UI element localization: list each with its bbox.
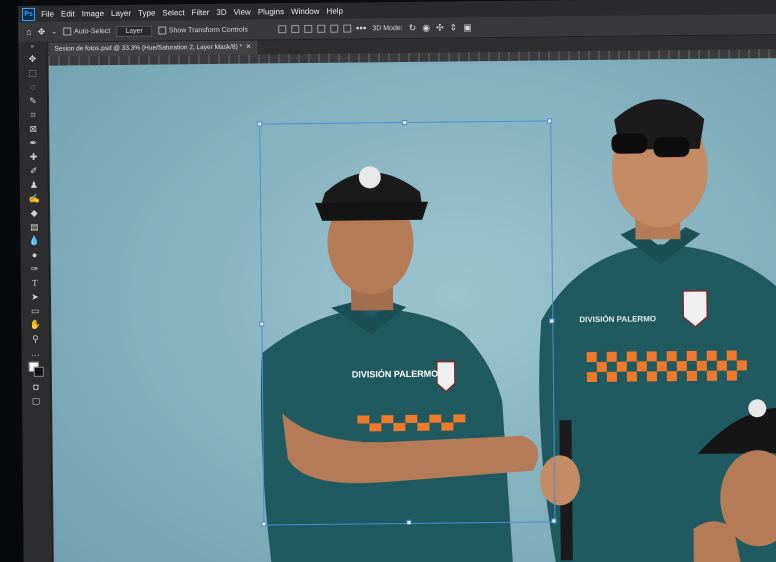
transform-handle-top-right[interactable] [547, 118, 553, 124]
scale-3d-icon[interactable]: ▣ [463, 22, 472, 33]
more-tools-icon[interactable]: … [22, 346, 50, 360]
align-left-icon[interactable] [277, 25, 286, 34]
pan-3d-icon[interactable]: ✣ [436, 22, 444, 33]
transform-handle-bottom-center[interactable] [406, 519, 412, 525]
transform-handle-middle-left[interactable] [259, 321, 265, 327]
lasso-icon[interactable]: ◌ [19, 80, 47, 94]
move-icon[interactable]: ✥ [18, 52, 46, 66]
gradient-icon[interactable]: ▤ [20, 220, 48, 234]
align-middle-icon[interactable] [329, 24, 338, 33]
history-brush-icon[interactable]: ✍ [20, 192, 48, 206]
frame-icon[interactable]: ⊠ [19, 122, 47, 136]
show-transform-checkbox[interactable]: Show Transform Controls [157, 26, 248, 35]
transform-handle-top-center[interactable] [402, 119, 408, 125]
tools-panel: » ✥ ⬚ ◌ ✎ ⌗ ⊠ ✒ ✚ ✐ ♟ ✍ ◆ ▤ 💧 ● ✑ T ➤ ▭ … [18, 41, 54, 562]
transform-handle-middle-right[interactable] [549, 318, 555, 324]
eyedropper-icon[interactable]: ✒ [19, 136, 47, 150]
align-right-icon[interactable] [303, 24, 312, 34]
3d-mode-label: 3D Mode: [372, 24, 403, 32]
screen: Ps File Edit Image Layer Type Select Fil… [18, 0, 776, 562]
menu-filter[interactable]: Filter [192, 7, 210, 16]
healing-icon[interactable]: ✚ [20, 150, 48, 164]
transform-handle-bottom-right[interactable] [551, 518, 557, 524]
close-tab-icon[interactable]: ✕ [246, 44, 252, 51]
roll-3d-icon[interactable]: ◉ [422, 22, 430, 33]
background-color[interactable] [33, 366, 44, 377]
photoshop-window: Ps File Edit Image Layer Type Select Fil… [0, 0, 776, 562]
menu-3d[interactable]: 3D [216, 7, 226, 16]
color-swatches[interactable] [22, 360, 50, 380]
show-transform-label: Show Transform Controls [168, 26, 248, 34]
align-top-icon[interactable] [316, 24, 325, 33]
align-center-icon[interactable] [290, 25, 299, 34]
align-bottom-icon[interactable] [342, 24, 351, 33]
tool-preset-chevron-icon[interactable]: ⌄ [51, 28, 57, 36]
photoshop-logo-icon[interactable]: Ps [22, 7, 36, 21]
document-tab-title: Sesion de fotos.psd @ 33.3% (Hue/Saturat… [54, 43, 243, 53]
panel-collapse-icon[interactable]: » [18, 42, 46, 52]
menu-type[interactable]: Type [138, 8, 155, 17]
auto-select-label: Auto-Select [74, 27, 111, 35]
zoom-icon[interactable]: ⚲ [21, 332, 49, 346]
menu-edit[interactable]: Edit [61, 9, 75, 18]
orbit-3d-icon[interactable]: ↻ [409, 22, 417, 33]
shape-icon[interactable]: ▭ [21, 304, 49, 318]
transform-handle-bottom-left[interactable] [261, 521, 267, 527]
type-icon[interactable]: T [21, 276, 49, 290]
screen-mode-icon[interactable]: ▢ [22, 394, 50, 408]
menu-view[interactable]: View [234, 7, 251, 16]
quick-mask-icon[interactable]: ◘ [22, 380, 50, 394]
marquee-icon[interactable]: ⬚ [19, 66, 47, 80]
badge-text-right: DIVISIÓN PALERMO [579, 314, 656, 324]
auto-select-checkbox[interactable]: Auto-Select [63, 27, 111, 36]
transform-handle-top-left[interactable] [257, 121, 263, 127]
menu-layer[interactable]: Layer [111, 8, 131, 17]
menu-help[interactable]: Help [326, 6, 343, 15]
quick-select-icon[interactable]: ✎ [19, 94, 47, 108]
menu-plugins[interactable]: Plugins [258, 7, 284, 16]
hand-icon[interactable]: ✋ [21, 318, 49, 332]
brush-icon[interactable]: ✐ [20, 164, 48, 178]
menu-file[interactable]: File [41, 9, 54, 18]
slide-3d-icon[interactable]: ⇕ [450, 22, 458, 33]
blur-icon[interactable]: 💧 [20, 234, 48, 248]
dodge-icon[interactable]: ● [21, 248, 49, 262]
crop-icon[interactable]: ⌗ [19, 108, 47, 122]
pen-icon[interactable]: ✑ [21, 262, 49, 276]
eraser-icon[interactable]: ◆ [20, 206, 48, 220]
auto-select-target-dropdown[interactable]: Layer [116, 25, 152, 37]
show-transform-check-icon[interactable] [157, 26, 166, 35]
move-tool-icon[interactable]: ✥ [38, 26, 46, 37]
more-options-icon[interactable]: ••• [356, 23, 367, 34]
document-canvas[interactable]: DIVISIÓN PALERMO DIVISIÓN PALERMO [48, 57, 776, 562]
path-select-icon[interactable]: ➤ [21, 290, 49, 304]
home-icon[interactable]: ⌂ [26, 27, 32, 37]
auto-select-check-icon[interactable] [63, 27, 72, 36]
stamp-icon[interactable]: ♟ [20, 178, 48, 192]
menu-window[interactable]: Window [291, 6, 320, 15]
transform-bounding-box[interactable] [259, 120, 556, 526]
menu-image[interactable]: Image [82, 9, 104, 18]
menu-select[interactable]: Select [162, 8, 184, 17]
